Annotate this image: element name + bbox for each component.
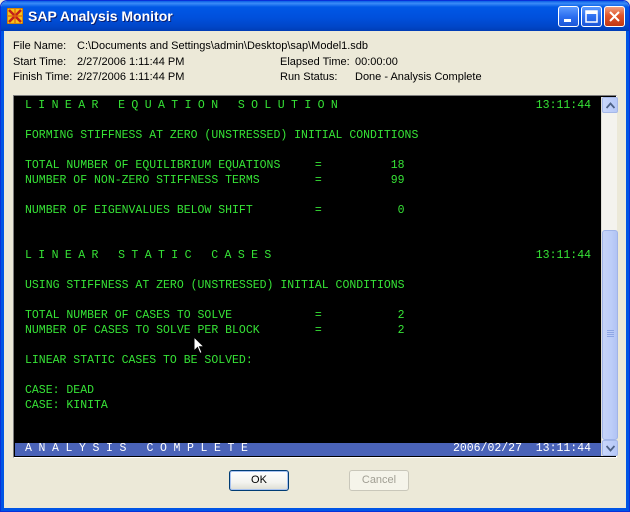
- run-status-value: Done - Analysis Complete: [355, 71, 482, 83]
- window-frame-right: [626, 31, 629, 511]
- close-button[interactable]: [604, 6, 625, 27]
- analysis-log-console: LINEAR EQUATION SOLUTION 13:11:44 FORMIN…: [13, 95, 618, 458]
- log-line: NUMBER OF NON-ZERO STIFFNESS TERMS = 99: [25, 174, 405, 187]
- finish-time-value: 2/27/2006 1:11:44 PM: [77, 71, 185, 83]
- status-date: 2006/02/27: [452, 442, 522, 455]
- log-heading-linear-equation-solution: LINEAR EQUATION SOLUTION: [25, 99, 345, 112]
- log-line: FORMING STIFFNESS AT ZERO (UNSTRESSED) I…: [25, 129, 419, 142]
- file-name-value: C:\Documents and Settings\admin\Desktop\…: [77, 40, 369, 52]
- thumb-grip: [607, 336, 614, 337]
- scroll-up-button[interactable]: [602, 97, 618, 113]
- status-datetime: 2006/02/27 13:11:44: [453, 442, 591, 455]
- log-line: TOTAL NUMBER OF EQUILIBRIUM EQUATIONS = …: [25, 159, 405, 172]
- log-line: NUMBER OF EIGENVALUES BELOW SHIFT = 0: [25, 204, 405, 217]
- window-frame-bottom: [1, 508, 629, 511]
- thumb-grip: [607, 330, 614, 331]
- minimize-icon: [564, 19, 571, 22]
- log-line: CASE: KINITA: [25, 399, 108, 412]
- close-icon: [609, 11, 620, 22]
- log-line: TOTAL NUMBER OF CASES TO SOLVE = 2: [25, 309, 405, 322]
- scrollbar-thumb[interactable]: [602, 230, 618, 440]
- file-name-label: File Name:: [13, 40, 67, 52]
- analysis-complete-text: ANALYSIS COMPLETE: [25, 442, 255, 455]
- scroll-down-button[interactable]: [602, 440, 618, 456]
- scroll-down-icon: [606, 445, 615, 452]
- start-time-value: 2/27/2006 1:11:44 PM: [77, 56, 185, 68]
- minimize-button[interactable]: [558, 6, 579, 27]
- log-line: NUMBER OF CASES TO SOLVE PER BLOCK = 2: [25, 324, 405, 337]
- cancel-button[interactable]: Cancel: [349, 470, 409, 491]
- log-line: LINEAR STATIC CASES TO BE SOLVED:: [25, 354, 253, 367]
- start-time-label: Start Time:: [13, 56, 67, 68]
- scroll-up-icon: [606, 102, 615, 109]
- mouse-cursor-icon: [193, 336, 205, 355]
- log-text-area[interactable]: LINEAR EQUATION SOLUTION 13:11:44 FORMIN…: [15, 97, 601, 443]
- log-heading-time: 13:11:44: [535, 249, 591, 262]
- sap-app-icon: [6, 7, 24, 25]
- elapsed-time-label: Elapsed Time:: [280, 56, 350, 68]
- finish-time-label: Finish Time:: [13, 71, 73, 83]
- log-line: CASE: DEAD: [25, 384, 95, 397]
- window-frame-left: [1, 31, 4, 511]
- ok-button[interactable]: OK: [229, 470, 289, 491]
- analysis-monitor-window: SAP Analysis Monitor File Name: C:\Docum…: [0, 0, 630, 512]
- vertical-scrollbar[interactable]: [601, 97, 618, 456]
- thumb-grip: [607, 332, 614, 333]
- thumb-grip: [607, 334, 614, 335]
- elapsed-time-value: 00:00:00: [355, 56, 398, 68]
- status-time: 13:11:44: [535, 442, 591, 455]
- title-bar[interactable]: SAP Analysis Monitor: [1, 1, 629, 31]
- maximize-icon: [585, 10, 598, 23]
- log-line: USING STIFFNESS AT ZERO (UNSTRESSED) INI…: [25, 279, 405, 292]
- maximize-button[interactable]: [581, 6, 602, 27]
- analysis-status-bar: ANALYSIS COMPLETE 2006/02/27 13:11:44: [15, 442, 601, 456]
- window-title: SAP Analysis Monitor: [28, 8, 173, 24]
- run-status-label: Run Status:: [280, 71, 338, 83]
- log-heading-time: 13:11:44: [535, 99, 591, 112]
- log-heading-linear-static-cases: LINEAR STATIC CASES: [25, 249, 278, 262]
